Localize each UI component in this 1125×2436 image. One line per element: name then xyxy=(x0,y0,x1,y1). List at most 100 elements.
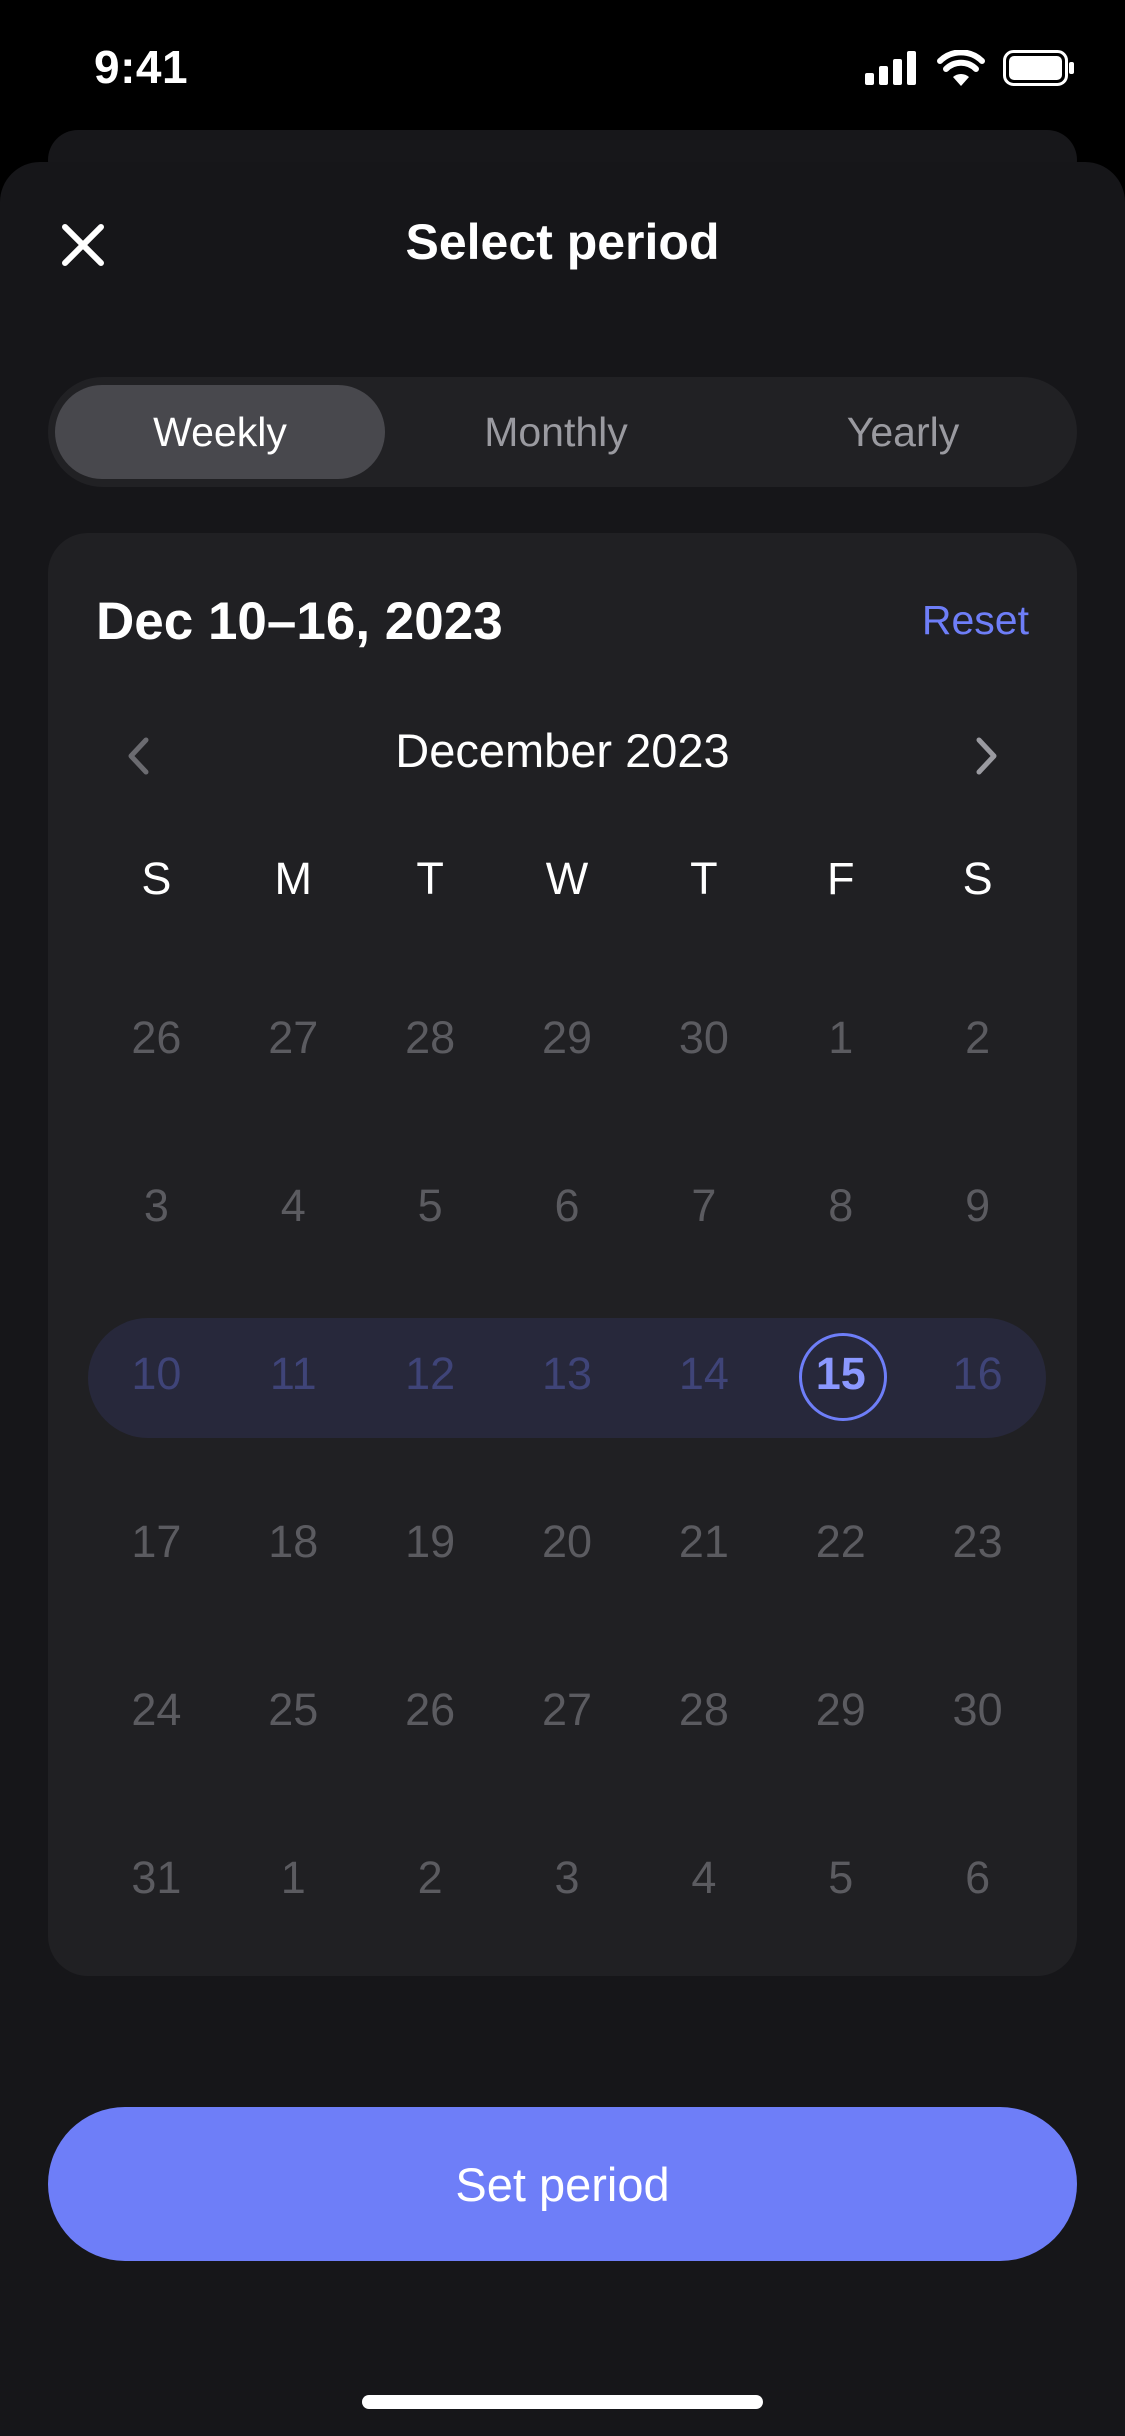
calendar-day[interactable]: 1 xyxy=(772,954,909,1122)
day-number: 2 xyxy=(417,1852,443,1903)
day-number: 7 xyxy=(691,1180,717,1231)
calendar-day[interactable]: 26 xyxy=(88,954,225,1122)
week-row: 26 27 28 29 30 1 2 xyxy=(88,954,1046,1122)
calendar-day[interactable]: 8 xyxy=(772,1122,909,1290)
calendar-day[interactable]: 31 xyxy=(88,1794,225,1962)
calendar-day[interactable]: 5 xyxy=(772,1794,909,1962)
calendar-day[interactable]: 28 xyxy=(635,1626,772,1794)
calendar-day[interactable]: 6 xyxy=(499,1122,636,1290)
calendar-day[interactable]: 30 xyxy=(635,954,772,1122)
day-number: 20 xyxy=(541,1516,593,1567)
day-number: 27 xyxy=(541,1684,593,1735)
calendar-day-in-range[interactable]: 12 xyxy=(362,1290,499,1458)
day-number: 12 xyxy=(405,1348,456,1399)
calendar-day[interactable]: 7 xyxy=(635,1122,772,1290)
day-number: 29 xyxy=(815,1684,866,1735)
day-number: 25 xyxy=(268,1684,319,1735)
calendar-day[interactable]: 17 xyxy=(88,1458,225,1626)
screen: 9:41 Select period Weekly Monthly Yearly… xyxy=(0,0,1125,2436)
calendar-day-in-range[interactable]: 16 xyxy=(909,1290,1046,1458)
weekday-label: W xyxy=(545,853,589,904)
week-row: 17 18 19 20 21 22 23 xyxy=(88,1458,1046,1626)
day-number: 3 xyxy=(554,1852,580,1903)
day-number: 30 xyxy=(952,1684,1003,1735)
day-number: 26 xyxy=(405,1684,456,1735)
calendar-day[interactable]: 24 xyxy=(88,1626,225,1794)
month-label: December 2023 xyxy=(395,724,730,777)
day-number: 26 xyxy=(131,1012,182,1063)
calendar-day[interactable]: 4 xyxy=(225,1122,362,1290)
calendar-day[interactable]: 20 xyxy=(499,1458,636,1626)
calendar-day[interactable]: 1 xyxy=(225,1794,362,1962)
calendar-day[interactable]: 21 xyxy=(635,1458,772,1626)
day-number: 17 xyxy=(131,1516,182,1567)
sheet-title: Select period xyxy=(405,214,720,270)
weekday-label: F xyxy=(826,853,855,904)
day-number: 9 xyxy=(965,1180,991,1231)
status-time: 9:41 xyxy=(94,41,189,93)
day-number: 22 xyxy=(815,1516,866,1567)
status-icons xyxy=(865,50,1075,86)
day-number: 16 xyxy=(952,1348,1003,1399)
calendar-day[interactable]: 2 xyxy=(362,1794,499,1962)
calendar-day[interactable]: 26 xyxy=(362,1626,499,1794)
day-number: 8 xyxy=(828,1180,854,1231)
tab-weekly[interactable]: Weekly xyxy=(55,385,385,479)
tab-monthly[interactable]: Monthly xyxy=(391,385,721,479)
next-month-button[interactable] xyxy=(957,721,1017,791)
calendar-day[interactable]: 19 xyxy=(362,1458,499,1626)
day-number: 18 xyxy=(268,1516,319,1567)
calendar-day-in-range[interactable]: 13 xyxy=(499,1290,636,1458)
calendar-day[interactable]: 28 xyxy=(362,954,499,1122)
calendar-day-in-range[interactable]: 10 xyxy=(88,1290,225,1458)
day-number: 28 xyxy=(678,1684,729,1735)
tab-yearly[interactable]: Yearly xyxy=(738,385,1068,479)
calendar-day[interactable]: 5 xyxy=(362,1122,499,1290)
day-number: 6 xyxy=(965,1852,991,1903)
calendar-grid: 26 27 28 29 30 1 2 3 4 5 6 7 8 9 10 11 1… xyxy=(88,954,1046,1962)
day-number: 21 xyxy=(678,1516,729,1567)
day-number: 31 xyxy=(131,1852,182,1903)
day-number: 15 xyxy=(815,1348,866,1399)
weekday-label: M xyxy=(274,853,313,904)
period-segmented-control: Weekly Monthly Yearly xyxy=(48,377,1077,487)
weekday-header: S M T W T F S xyxy=(88,853,1046,905)
calendar-day[interactable]: 29 xyxy=(499,954,636,1122)
day-number: 4 xyxy=(691,1852,717,1903)
day-number: 1 xyxy=(280,1852,306,1903)
weekday-label: S xyxy=(962,853,993,904)
calendar-day[interactable]: 4 xyxy=(635,1794,772,1962)
calendar-day[interactable]: 30 xyxy=(909,1626,1046,1794)
day-number: 28 xyxy=(405,1012,456,1063)
calendar-day[interactable]: 27 xyxy=(499,1626,636,1794)
status-bar: 9:41 xyxy=(0,0,1125,140)
day-number: 30 xyxy=(678,1012,729,1063)
calendar-day[interactable]: 3 xyxy=(88,1122,225,1290)
calendar-day[interactable]: 2 xyxy=(909,954,1046,1122)
set-period-button[interactable]: Set period xyxy=(48,2107,1077,2261)
cellular-signal-icon xyxy=(865,51,916,85)
weekday-label: T xyxy=(416,853,444,904)
calendar-day[interactable]: 9 xyxy=(909,1122,1046,1290)
week-row: 3 4 5 6 7 8 9 xyxy=(88,1122,1046,1290)
calendar-day[interactable]: 23 xyxy=(909,1458,1046,1626)
battery-icon xyxy=(1003,50,1074,86)
day-number: 11 xyxy=(269,1348,317,1399)
day-number: 13 xyxy=(541,1348,593,1399)
calendar-day-in-range[interactable]: 14 xyxy=(635,1290,772,1458)
calendar-day[interactable]: 29 xyxy=(772,1626,909,1794)
day-number: 10 xyxy=(131,1348,182,1399)
calendar-day[interactable]: 27 xyxy=(225,954,362,1122)
calendar-day[interactable]: 25 xyxy=(225,1626,362,1794)
calendar-day[interactable]: 22 xyxy=(772,1458,909,1626)
calendar-day-in-range[interactable]: 11 xyxy=(225,1290,362,1458)
calendar-card: Dec 10–16, 2023 Reset December 2023 S M … xyxy=(48,533,1077,1976)
calendar-day[interactable]: 3 xyxy=(499,1794,636,1962)
day-number: 24 xyxy=(131,1684,182,1735)
calendar-day-selected[interactable]: 15 xyxy=(772,1290,909,1458)
day-number: 5 xyxy=(828,1852,854,1903)
calendar-day[interactable]: 6 xyxy=(909,1794,1046,1962)
calendar-day[interactable]: 18 xyxy=(225,1458,362,1626)
day-number: 1 xyxy=(828,1012,854,1063)
reset-button[interactable]: Reset xyxy=(922,597,1029,644)
